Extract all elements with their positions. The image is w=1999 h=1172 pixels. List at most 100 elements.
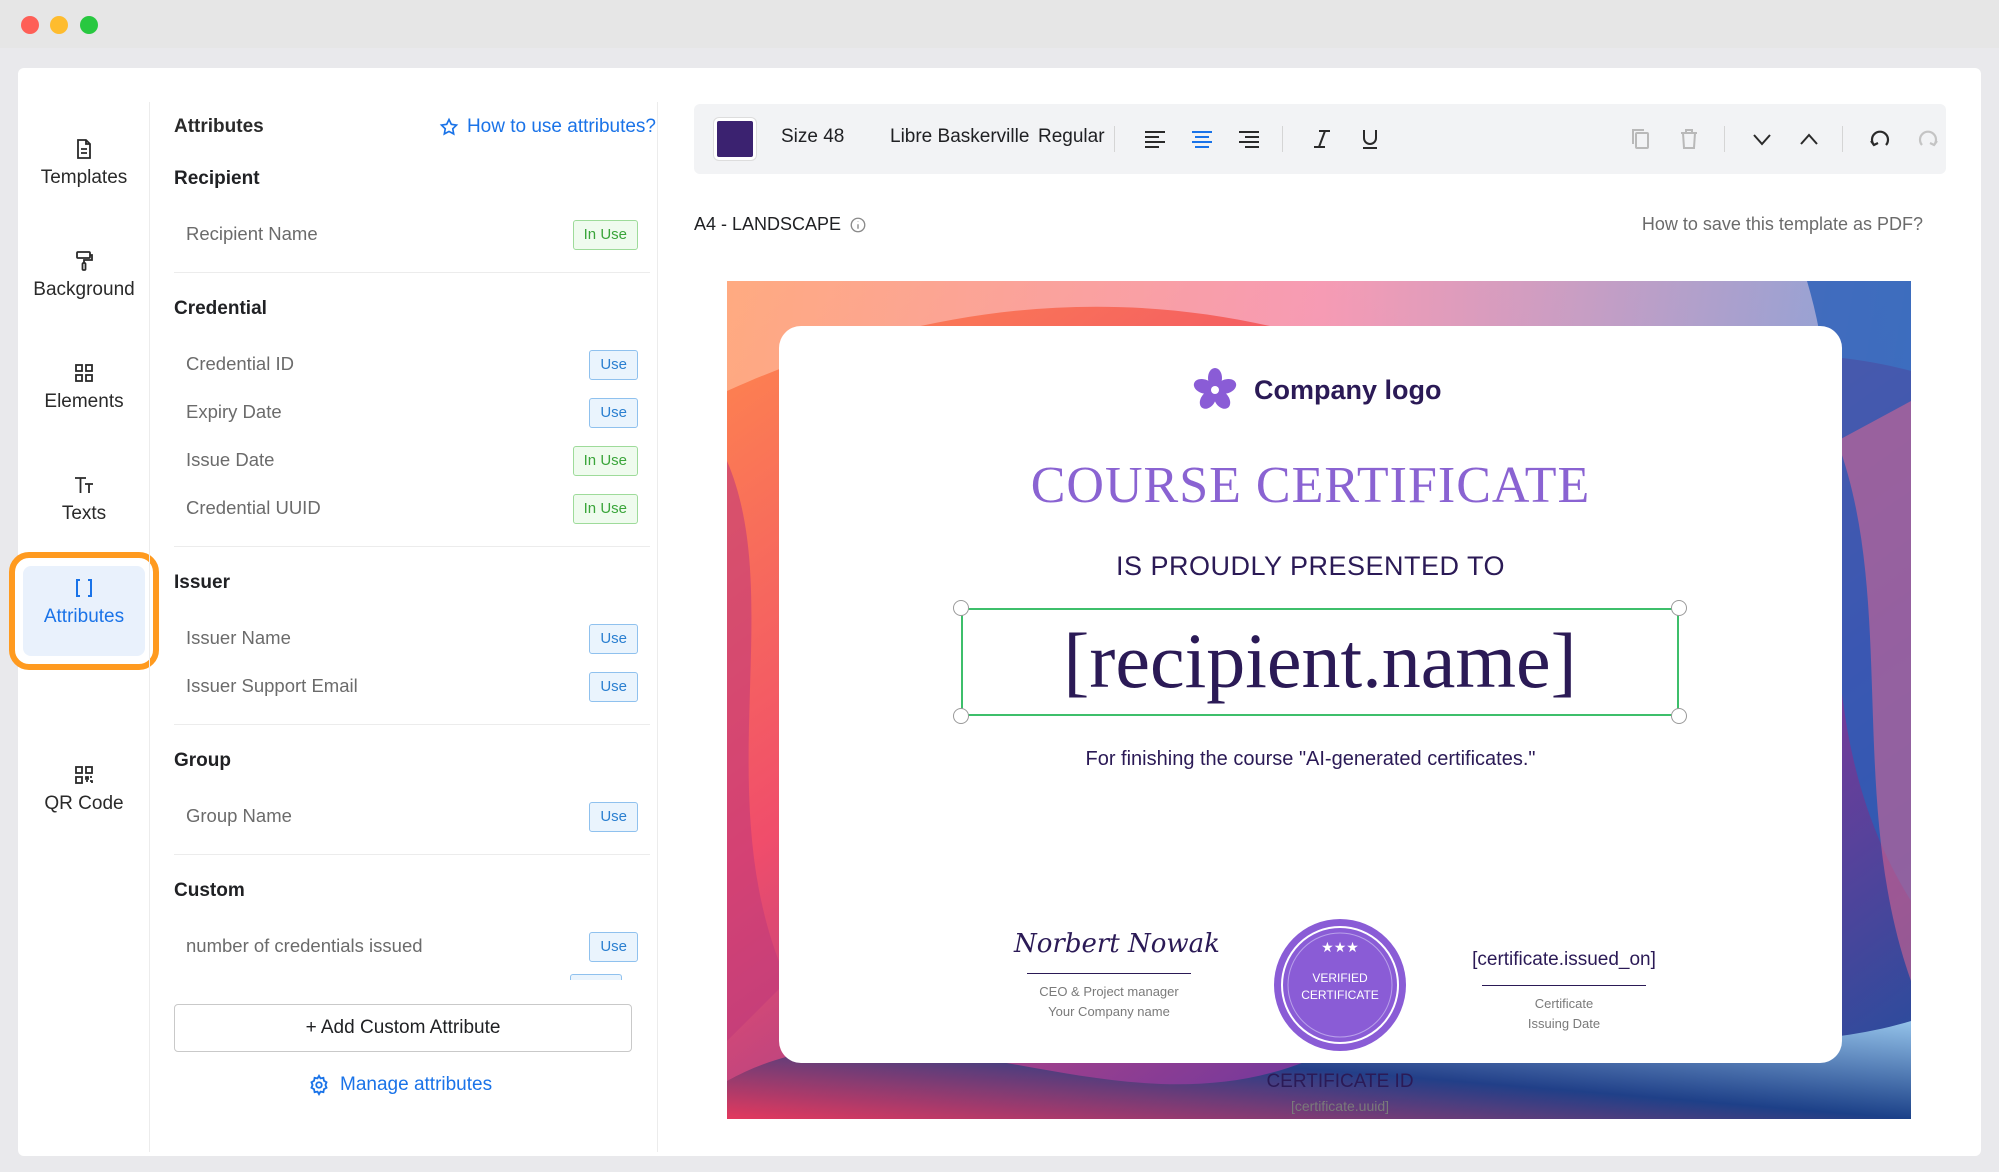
italic-icon[interactable] xyxy=(1307,124,1337,154)
editor-app: Templates Background Elements Texts Attr… xyxy=(9,68,1981,1156)
attribute-row: Expiry Date Use xyxy=(174,390,650,438)
attribute-row: Issue Date In Use xyxy=(174,438,650,486)
in-use-badge[interactable]: In Use xyxy=(572,446,638,476)
attribute-label: Issue Date xyxy=(186,449,275,470)
attribute-label: Recipient Name xyxy=(186,223,318,244)
attribute-row: number of credentials issued Use xyxy=(174,924,650,972)
rail-label: Texts xyxy=(61,503,107,524)
issue-date-block[interactable]: [certificate.issued_on] Certificate Issu… xyxy=(1464,949,1664,1034)
resize-handle-bottom-left[interactable] xyxy=(953,708,969,724)
certificate-title[interactable]: COURSE CERTIFICATE xyxy=(779,456,1842,515)
certificate-uuid[interactable]: [certificate.uuid] xyxy=(1240,1098,1440,1114)
in-use-badge[interactable]: In Use xyxy=(572,494,638,524)
manage-attributes-link[interactable]: Manage attributes xyxy=(308,1074,492,1096)
minimize-window-button[interactable] xyxy=(50,16,68,34)
rail-item-background[interactable]: Background xyxy=(18,214,150,310)
use-button[interactable]: Use xyxy=(589,932,638,962)
how-to-use-attributes-link[interactable]: How to use attributes? xyxy=(439,116,656,138)
file-icon xyxy=(77,139,91,159)
group-title: Group xyxy=(174,750,231,771)
color-swatch[interactable] xyxy=(714,118,756,160)
verified-seal-badge[interactable]: ★★★ VERIFIED CERTIFICATE xyxy=(1273,918,1407,1052)
attribute-group-credential: Credential Credential ID Use Expiry Date… xyxy=(174,298,650,534)
attribute-row: Credential UUID In Use xyxy=(174,486,650,534)
duplicate-icon[interactable] xyxy=(1626,124,1656,154)
font-size-select[interactable]: Size 48 xyxy=(781,126,844,148)
panel-title: Attributes xyxy=(174,116,264,137)
align-left-icon[interactable] xyxy=(1140,124,1170,154)
align-center-icon[interactable] xyxy=(1187,124,1217,154)
help-link-label: How to use attributes? xyxy=(466,116,656,137)
flower-logo-icon xyxy=(1193,368,1237,409)
date-caption-2: Issuing Date xyxy=(1527,1016,1601,1031)
rail-item-templates[interactable]: Templates xyxy=(18,102,150,198)
toolbar-separator xyxy=(1282,126,1283,152)
toolbar-separator xyxy=(1724,126,1725,152)
save-as-pdf-link[interactable]: How to save this template as PDF? xyxy=(1642,214,1923,235)
signature-name: Norbert Nowak xyxy=(1014,929,1220,959)
text-icon xyxy=(75,477,93,493)
use-button-partial[interactable] xyxy=(570,974,622,980)
issue-date-value: [certificate.issued_on] xyxy=(1472,949,1656,970)
rail-label: QR Code xyxy=(44,793,124,814)
group-title: Issuer xyxy=(174,572,230,593)
close-window-button[interactable] xyxy=(21,16,39,34)
divider xyxy=(174,854,650,855)
use-button[interactable]: Use xyxy=(589,624,638,654)
font-weight-select[interactable]: Regular xyxy=(1038,126,1105,148)
chevron-up-icon[interactable] xyxy=(1794,124,1824,154)
certificate-description[interactable]: For finishing the course "AI-generated c… xyxy=(779,748,1842,771)
attribute-row: Issuer Support Email Use xyxy=(174,664,650,712)
certificate-subtitle[interactable]: IS PROUDLY PRESENTED TO xyxy=(779,551,1842,582)
certificate-id-label[interactable]: CERTIFICATE ID xyxy=(1240,1071,1440,1093)
maximize-window-button[interactable] xyxy=(80,16,98,34)
info-icon[interactable] xyxy=(849,216,867,234)
use-button[interactable]: Use xyxy=(589,398,638,428)
signature-company: Your Company name xyxy=(1048,1004,1170,1019)
attribute-label: number of credentials issued xyxy=(186,935,423,956)
rail-item-texts[interactable]: Texts xyxy=(18,438,150,534)
add-custom-attribute-button[interactable]: + Add Custom Attribute xyxy=(174,1004,632,1052)
attribute-group-issuer: Issuer Issuer Name Use Issuer Support Em… xyxy=(174,572,650,712)
chevron-down-icon[interactable] xyxy=(1747,124,1777,154)
rail-label: Elements xyxy=(44,391,124,412)
attribute-label: Expiry Date xyxy=(186,401,282,422)
rail-item-elements[interactable]: Elements xyxy=(18,326,150,422)
in-use-badge[interactable]: In Use xyxy=(572,220,638,250)
use-button[interactable]: Use xyxy=(589,350,638,380)
attribute-row: Recipient Name In Use xyxy=(174,212,650,260)
undo-icon[interactable] xyxy=(1865,124,1895,154)
attribute-label: Issuer Name xyxy=(186,627,291,648)
company-logo[interactable]: Company logo xyxy=(1190,365,1442,415)
recipient-name-text[interactable]: [recipient.name] xyxy=(961,613,1679,709)
date-line xyxy=(1482,985,1646,986)
qr-code-icon xyxy=(75,766,93,784)
left-rail: Templates Background Elements Texts Attr… xyxy=(9,68,159,1156)
brackets-icon xyxy=(76,579,92,597)
attributes-panel: Attributes How to use attributes? Recipi… xyxy=(174,98,656,1148)
rail-item-qr-code[interactable]: QR Code xyxy=(18,728,150,824)
signature-block[interactable]: Norbert Nowak CEO & Project manager Your… xyxy=(1014,929,1220,1022)
paint-roller-icon xyxy=(76,251,93,271)
delete-icon[interactable] xyxy=(1674,124,1704,154)
rail-item-attributes[interactable]: Attributes xyxy=(9,552,159,670)
divider xyxy=(174,724,650,725)
font-family-select[interactable]: Libre Baskerville xyxy=(890,126,1029,148)
divider xyxy=(174,546,650,547)
group-title: Credential xyxy=(174,298,267,319)
page-size-label: A4 - LANDSCAPE xyxy=(694,214,867,235)
attribute-row: Issuer Name Use xyxy=(174,616,650,664)
signature-role: CEO & Project manager xyxy=(1039,984,1179,999)
use-button[interactable]: Use xyxy=(589,802,638,832)
align-right-icon[interactable] xyxy=(1234,124,1264,154)
use-button[interactable]: Use xyxy=(589,672,638,702)
attribute-label: Issuer Support Email xyxy=(186,675,358,696)
underline-icon[interactable] xyxy=(1355,124,1385,154)
attribute-label: Credential UUID xyxy=(186,497,321,518)
date-caption-1: Certificate xyxy=(1534,996,1594,1011)
attribute-row: Credential ID Use xyxy=(174,342,650,390)
redo-icon[interactable] xyxy=(1913,124,1943,154)
group-title: Recipient xyxy=(174,168,260,189)
resize-handle-bottom-right[interactable] xyxy=(1671,708,1687,724)
gear-icon xyxy=(310,1074,328,1096)
